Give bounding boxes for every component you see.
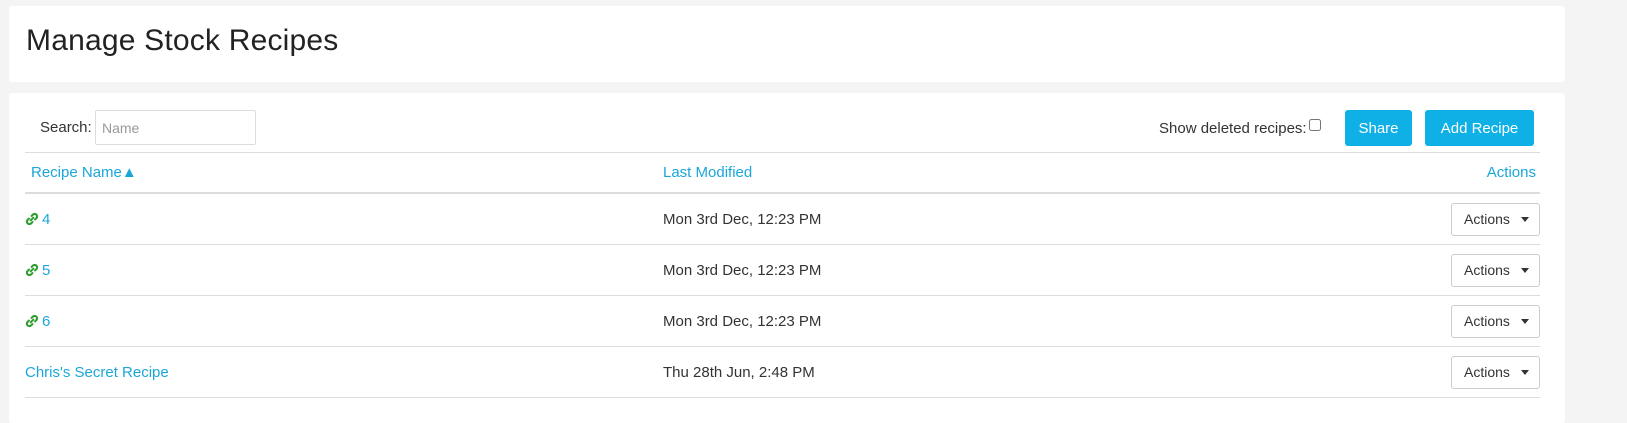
recipes-table: Recipe Name▲ Last Modified Actions 4 Mon… [25,152,1540,398]
last-modified-cell: Mon 3rd Dec, 12:23 PM [663,244,1363,296]
add-recipe-button[interactable]: Add Recipe [1425,110,1534,146]
recipe-link[interactable]: 4 [42,211,50,228]
show-deleted-label: Show deleted recipes: [1159,120,1307,137]
link-icon [25,314,39,327]
recipe-name-cell: Chris's Secret Recipe [25,346,663,398]
actions-dropdown-button[interactable]: Actions [1451,253,1540,287]
actions-dropdown-button[interactable]: Actions [1451,304,1540,338]
actions-cell: Actions [1363,193,1540,245]
table-row: Chris's Secret Recipe Thu 28th Jun, 2:48… [25,346,1540,398]
recipe-name-cell: 4 [25,193,663,245]
page-header: Manage Stock Recipes [9,6,1565,82]
search-label: Search: [40,119,92,136]
sort-last-modified-header[interactable]: Last Modified [663,152,1363,194]
sort-recipe-name-header[interactable]: Recipe Name▲ [25,152,663,194]
show-deleted-checkbox[interactable] [1308,119,1321,131]
page-title: Manage Stock Recipes [26,24,339,57]
recipe-link[interactable]: 5 [42,262,50,279]
link-icon [25,212,39,225]
recipe-link[interactable]: Chris's Secret Recipe [25,364,169,381]
table-row: 4 Mon 3rd Dec, 12:23 PM Actions [25,193,1540,245]
actions-cell: Actions [1363,295,1540,347]
recipe-rows: 4 Mon 3rd Dec, 12:23 PM Actions 5 Mon 3r… [25,193,1540,398]
recipe-name-cell: 6 [25,295,663,347]
recipes-panel: Search: Show deleted recipes: Share Add … [9,93,1565,423]
actions-header: Actions [1363,152,1540,194]
table-row: 6 Mon 3rd Dec, 12:23 PM Actions [25,295,1540,347]
actions-dropdown-label: Actions [1464,211,1510,227]
share-button[interactable]: Share [1345,110,1412,146]
recipe-name-cell: 5 [25,244,663,296]
actions-dropdown-label: Actions [1464,262,1510,278]
link-icon [25,263,39,276]
caret-down-icon [1521,318,1529,324]
recipe-link[interactable]: 6 [42,313,50,330]
table-row: 5 Mon 3rd Dec, 12:23 PM Actions [25,244,1540,296]
actions-dropdown-button[interactable]: Actions [1451,202,1540,236]
last-modified-cell: Mon 3rd Dec, 12:23 PM [663,295,1363,347]
table-header-row: Recipe Name▲ Last Modified Actions [25,152,1540,194]
actions-cell: Actions [1363,346,1540,398]
actions-cell: Actions [1363,244,1540,296]
last-modified-cell: Mon 3rd Dec, 12:23 PM [663,193,1363,245]
search-input[interactable] [95,110,256,145]
caret-down-icon [1521,369,1529,375]
actions-dropdown-label: Actions [1464,313,1510,329]
caret-down-icon [1521,267,1529,273]
show-deleted-toggle[interactable]: Show deleted recipes: [1159,119,1321,137]
actions-dropdown-label: Actions [1464,364,1510,380]
last-modified-cell: Thu 28th Jun, 2:48 PM [663,346,1363,398]
actions-dropdown-button[interactable]: Actions [1451,355,1540,389]
caret-down-icon [1521,216,1529,222]
